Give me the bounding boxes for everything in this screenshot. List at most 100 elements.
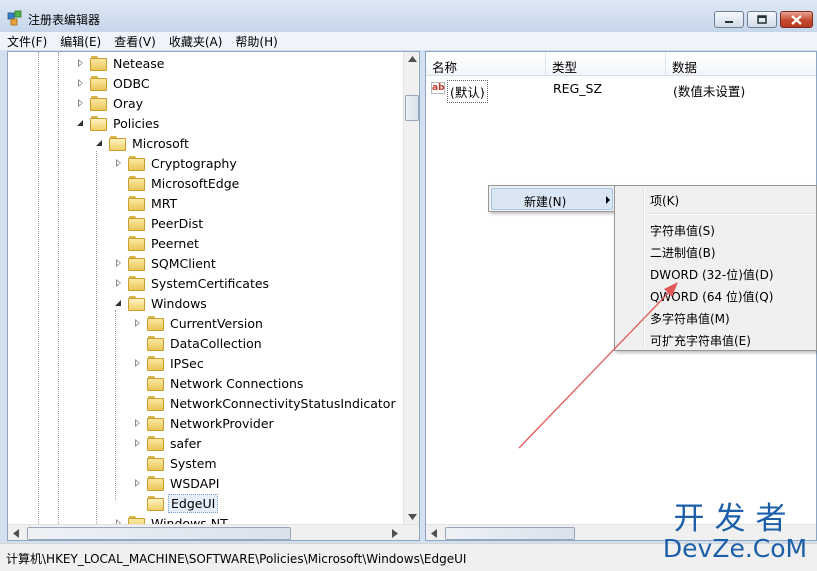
new-submenu: 项(K) 字符串值(S) 二进制值(B) DWORD (32-位)值(D) QW…	[614, 185, 817, 351]
tree-node-currentversion[interactable]: CurrentVersion	[133, 313, 265, 333]
tree-node-networkprovider[interactable]: NetworkProvider	[133, 413, 276, 433]
expand-arrow-icon[interactable]	[133, 418, 142, 428]
expand-arrow-icon[interactable]	[133, 318, 142, 328]
submenu-item-string-value[interactable]: 字符串值(S)	[617, 218, 815, 240]
submenu-item-key-label: 项(K)	[650, 194, 680, 208]
tree-node-odbc[interactable]: ODBC	[76, 73, 152, 93]
tree-node-safer[interactable]: safer	[133, 433, 203, 453]
tree-node-cryptography[interactable]: Cryptography	[114, 153, 239, 173]
title-bar: 注册表编辑器	[0, 0, 817, 32]
tree-node-label: Network Connections	[170, 375, 304, 391]
scroll-left-icon[interactable]	[13, 529, 19, 538]
tree-node-peerdist[interactable]: PeerDist	[114, 213, 205, 233]
expand-arrow-icon[interactable]	[76, 58, 85, 68]
value-name: (默认)	[447, 80, 488, 103]
submenu-item-binary-value[interactable]: 二进制值(B)	[617, 240, 815, 262]
tree-node-systemcertificates[interactable]: SystemCertificates	[114, 273, 271, 293]
window-title: 注册表编辑器	[28, 13, 101, 27]
folder-icon	[147, 316, 164, 331]
expand-arrow-icon[interactable]	[114, 258, 123, 268]
scroll-down-icon[interactable]	[408, 514, 417, 520]
tree-node-microsoftedge[interactable]: MicrosoftEdge	[114, 173, 241, 193]
tree-node-edgeui[interactable]: EdgeUI	[133, 493, 219, 513]
expand-arrow-icon[interactable]	[114, 158, 123, 168]
submenu-item-multi-string-value[interactable]: 多字符串值(M)	[617, 306, 815, 328]
maximize-icon	[757, 15, 767, 24]
registry-tree[interactable]: Netease ODBC Oray Policies Microsoft Cryptogr…	[7, 51, 420, 541]
tree-node-label: SystemCertificates	[151, 275, 270, 291]
status-path: 计算机\HKEY_LOCAL_MACHINE\SOFTWARE\Policies…	[6, 552, 467, 566]
tree-vertical-scrollbar[interactable]	[403, 52, 419, 524]
tree-node-datacollection[interactable]: DataCollection	[133, 333, 264, 353]
tree-node-label: System	[170, 455, 217, 471]
tree-node-windows[interactable]: Windows	[114, 293, 209, 313]
tree-node-label: EdgeUI	[168, 493, 219, 513]
tree-vertical-scroll-thumb[interactable]	[405, 95, 419, 121]
submenu-item-qword-value-label: QWORD (64 位)值(Q)	[650, 290, 774, 304]
minimize-button[interactable]	[714, 11, 744, 28]
folder-icon	[147, 376, 164, 391]
collapse-arrow-icon[interactable]	[95, 139, 104, 148]
menu-help[interactable]: 帮助(H)	[228, 32, 283, 50]
scroll-up-icon[interactable]	[408, 56, 417, 62]
scroll-right-icon[interactable]	[392, 529, 398, 538]
tree-horizontal-scrollbar[interactable]	[8, 524, 419, 540]
values-horizontal-scroll-thumb[interactable]	[445, 527, 575, 540]
folder-icon	[147, 336, 164, 351]
menu-view[interactable]: 查看(V)	[107, 32, 162, 50]
value-row[interactable]: ab (默认) REG_SZ (数值未设置)	[426, 78, 816, 103]
expand-arrow-icon[interactable]	[76, 78, 85, 88]
tree-node-policies[interactable]: Policies	[76, 113, 161, 133]
folder-icon	[90, 76, 107, 91]
minimize-icon	[725, 20, 733, 23]
tree-node-networkconnectivitystatusindicator[interactable]: NetworkConnectivityStatusIndicator	[133, 393, 398, 413]
menu-favorites[interactable]: 收藏夹(A)	[162, 32, 229, 50]
tree-node-microsoft[interactable]: Microsoft	[95, 133, 191, 153]
tree-node-system[interactable]: System	[133, 453, 219, 473]
scroll-left-icon[interactable]	[431, 529, 437, 538]
maximize-button[interactable]	[747, 11, 777, 28]
tree-node-label: Peernet	[151, 235, 199, 251]
expand-arrow-icon[interactable]	[133, 438, 142, 448]
menu-file[interactable]: 文件(F)	[0, 32, 53, 50]
collapse-arrow-icon[interactable]	[76, 119, 85, 128]
tree-node-sqmclient[interactable]: SQMClient	[114, 253, 218, 273]
expand-arrow-icon[interactable]	[76, 98, 85, 108]
tree-horizontal-scroll-thumb[interactable]	[27, 527, 291, 540]
submenu-item-expandable-string-value-label: 可扩充字符串值(E)	[650, 334, 751, 348]
tree-node-mrt[interactable]: MRT	[114, 193, 179, 213]
submenu-item-key[interactable]: 项(K)	[617, 188, 815, 210]
tree-node-network-connections[interactable]: Network Connections	[133, 373, 305, 393]
column-header-type[interactable]: 类型	[546, 52, 666, 76]
tree-node-label: Microsoft	[132, 135, 189, 151]
tree-node-peernet[interactable]: Peernet	[114, 233, 201, 253]
submenu-item-expandable-string-value[interactable]: 可扩充字符串值(E)	[617, 328, 815, 350]
tree-node-label: Windows	[151, 295, 207, 311]
menu-item-new[interactable]: 新建(N)	[491, 188, 613, 210]
column-header-data[interactable]: 数据	[666, 52, 816, 76]
collapse-arrow-icon[interactable]	[114, 299, 123, 308]
tree-guide-line	[115, 310, 116, 500]
submenu-item-qword-value[interactable]: QWORD (64 位)值(Q)	[617, 284, 815, 306]
folder-icon	[90, 116, 107, 131]
tree-guide-line	[58, 52, 59, 524]
folder-icon	[147, 356, 164, 371]
tree-guide-line	[38, 52, 39, 524]
folder-icon	[128, 256, 145, 271]
folder-icon	[147, 496, 164, 511]
expand-arrow-icon[interactable]	[133, 358, 142, 368]
column-header-name[interactable]: 名称	[426, 52, 546, 76]
tree-node-netease[interactable]: Netease	[76, 53, 167, 73]
tree-node-label: Policies	[113, 115, 160, 131]
expand-arrow-icon[interactable]	[133, 478, 142, 488]
expand-arrow-icon[interactable]	[114, 278, 123, 288]
tree-node-ipsec[interactable]: IPSec	[133, 353, 206, 373]
menu-edit[interactable]: 编辑(E)	[53, 32, 107, 50]
submenu-item-dword-value[interactable]: DWORD (32-位)值(D)	[617, 262, 815, 284]
tree-node-wsdapi[interactable]: WSDAPI	[133, 473, 221, 493]
value-type: REG_SZ	[553, 81, 603, 96]
close-button[interactable]	[780, 11, 813, 28]
tree-node-oray[interactable]: Oray	[76, 93, 145, 113]
submenu-item-string-value-label: 字符串值(S)	[650, 224, 715, 238]
folder-icon	[147, 456, 164, 471]
